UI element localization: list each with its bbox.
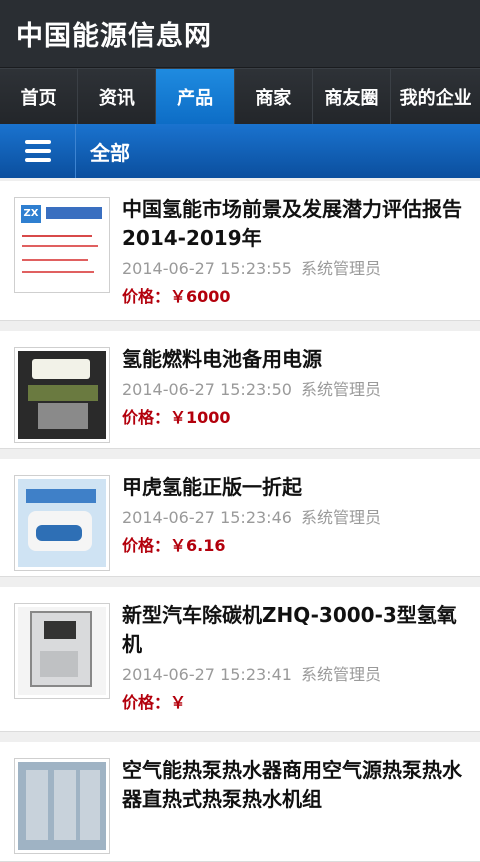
book-cover-image — [18, 479, 106, 567]
post-date: 2014-06-27 15:23:41 — [122, 665, 292, 684]
product-price: 价格：￥1000 — [122, 408, 231, 427]
product-thumbnail[interactable] — [14, 475, 110, 571]
site-title[interactable]: 中国能源信息网 — [16, 14, 212, 53]
list-item[interactable]: ZX 中国氢能市场前景及发展潜力评估报告2014-2019年 2014-06-2… — [0, 181, 480, 321]
product-title[interactable]: 氢能燃料电池备用电源 — [122, 345, 466, 374]
post-date: 2014-06-27 15:23:55 — [122, 259, 292, 278]
product-price: 价格：￥6.16 — [122, 536, 226, 555]
product-thumbnail[interactable] — [14, 758, 110, 854]
product-title[interactable]: 空气能热泵热水器商用空气源热泵热水器直热式热泵热水机组 — [122, 756, 466, 814]
post-author: 系统管理员 — [301, 665, 382, 684]
heat-pump-photo — [18, 762, 106, 850]
product-title[interactable]: 甲虎氢能正版一折起 — [122, 473, 466, 502]
machine-photo — [18, 607, 106, 695]
product-price: 价格：￥ — [122, 693, 187, 712]
list-item[interactable]: 空气能热泵热水器商用空气源热泵热水器直热式热泵热水机组 — [0, 742, 480, 862]
product-list: ZX 中国氢能市场前景及发展潜力评估报告2014-2019年 2014-06-2… — [0, 181, 480, 862]
tab-products[interactable]: 产品 — [156, 69, 235, 124]
list-item[interactable]: 甲虎氢能正版一折起 2014-06-27 15:23:46 系统管理员 价格：￥… — [0, 459, 480, 577]
product-title[interactable]: 中国氢能市场前景及发展潜力评估报告2014-2019年 — [122, 195, 466, 253]
fuel-cell-photo — [18, 351, 106, 439]
product-meta: 2014-06-27 15:23:50 系统管理员 — [122, 378, 466, 402]
product-thumbnail[interactable] — [14, 347, 110, 443]
hamburger-menu-icon — [24, 140, 51, 162]
product-meta: 2014-06-27 15:23:55 系统管理员 — [122, 257, 466, 281]
menu-button[interactable] — [0, 124, 76, 178]
report-cover-image: ZX — [18, 201, 106, 289]
post-author: 系统管理员 — [301, 508, 382, 527]
product-price: 价格：￥6000 — [122, 287, 231, 306]
post-author: 系统管理员 — [301, 259, 382, 278]
post-date: 2014-06-27 15:23:46 — [122, 508, 292, 527]
tab-my-company[interactable]: 我的企业 — [391, 69, 480, 124]
list-item[interactable]: 氢能燃料电池备用电源 2014-06-27 15:23:50 系统管理员 价格：… — [0, 331, 480, 449]
tab-merchants[interactable]: 商家 — [234, 69, 313, 124]
post-date: 2014-06-27 15:23:50 — [122, 380, 292, 399]
product-thumbnail[interactable] — [14, 603, 110, 699]
category-title: 全部 — [90, 140, 130, 165]
tab-news[interactable]: 资讯 — [78, 69, 157, 124]
post-author: 系统管理员 — [301, 380, 382, 399]
tab-business-circle[interactable]: 商友圈 — [312, 69, 392, 124]
list-item[interactable]: 新型汽车除碳机ZHQ-3000-3型氢氧机 2014-06-27 15:23:4… — [0, 587, 480, 732]
main-nav: 首页 资讯 产品 商家 商友圈 我的企业 — [0, 68, 480, 124]
product-meta: 2014-06-27 15:23:46 系统管理员 — [122, 506, 466, 530]
tab-home[interactable]: 首页 — [0, 69, 79, 124]
product-thumbnail[interactable]: ZX — [14, 197, 110, 293]
app-header: 中国能源信息网 — [0, 0, 480, 68]
product-meta: 2014-06-27 15:23:41 系统管理员 — [122, 663, 466, 687]
product-title[interactable]: 新型汽车除碳机ZHQ-3000-3型氢氧机 — [122, 601, 466, 659]
category-bar: 全部 — [0, 124, 480, 178]
